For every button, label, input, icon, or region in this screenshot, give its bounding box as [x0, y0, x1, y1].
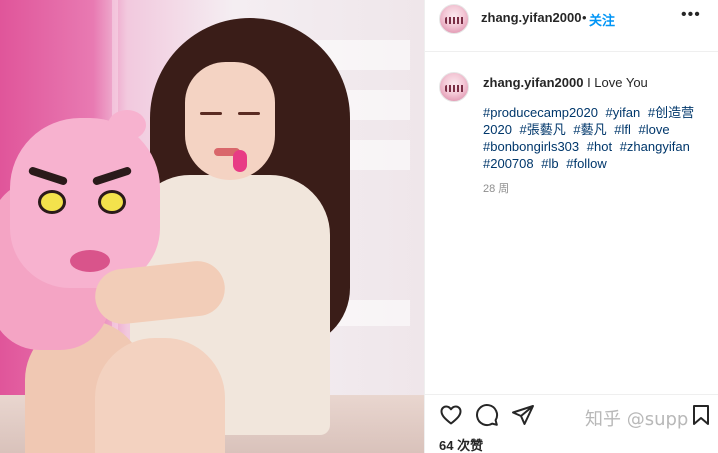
bookmark-icon[interactable]	[689, 403, 713, 427]
hashtag[interactable]: #lb	[541, 156, 558, 171]
closed-eye	[238, 112, 260, 115]
hashtag[interactable]: #張藝凡	[520, 122, 566, 137]
more-options-icon[interactable]: •••	[681, 6, 701, 24]
hashtag[interactable]: #lfl	[614, 122, 631, 137]
post-time[interactable]: 28 周	[483, 180, 509, 196]
post-header: zhang.yifan2000 • 关注 •••	[425, 0, 718, 52]
hashtag-list: #producecamp2020 #yifan #创造营2020 #張藝凡 #藝…	[483, 104, 709, 172]
plush-eye	[98, 190, 126, 214]
hashtag[interactable]: #yifan	[606, 105, 641, 120]
avatar[interactable]	[439, 4, 469, 34]
follow-button[interactable]: 关注	[589, 10, 615, 29]
knee	[95, 338, 225, 453]
post-photo[interactable]	[0, 0, 424, 453]
hashtag[interactable]: #200708	[483, 156, 534, 171]
post-sidebar: zhang.yifan2000 • 关注 ••• zhang.yifan2000…	[424, 0, 718, 453]
watermark: 知乎 @supp	[585, 409, 689, 430]
hashtag[interactable]: #love	[639, 122, 670, 137]
caption-username[interactable]: zhang.yifan2000	[483, 75, 583, 90]
hashtag[interactable]: #follow	[566, 156, 606, 171]
share-icon[interactable]	[511, 403, 535, 427]
hashtag[interactable]: #producecamp2020	[483, 105, 598, 120]
separator-dot: •	[582, 10, 587, 25]
plush-ear	[108, 110, 146, 140]
face	[185, 62, 275, 180]
action-bar: 知乎 @supp 64 次赞	[425, 394, 718, 453]
plush-nose	[70, 250, 110, 272]
hashtag[interactable]: #藝凡	[573, 122, 606, 137]
plush-eye	[38, 190, 66, 214]
caption-text: I Love You	[587, 75, 648, 90]
comment-icon[interactable]	[475, 403, 499, 427]
hashtag[interactable]: #hot	[587, 139, 612, 154]
hashtag[interactable]: #bonbongirls303	[483, 139, 579, 154]
caption: zhang.yifan2000 I Love You	[483, 74, 709, 91]
hashtag[interactable]: #zhangyifan	[620, 139, 690, 154]
earring	[233, 150, 247, 172]
like-count[interactable]: 64 次赞	[439, 435, 483, 453]
username-link[interactable]: zhang.yifan2000	[481, 10, 581, 25]
caption-avatar[interactable]	[439, 72, 469, 102]
heart-icon[interactable]	[439, 403, 463, 427]
closed-eye	[200, 112, 222, 115]
